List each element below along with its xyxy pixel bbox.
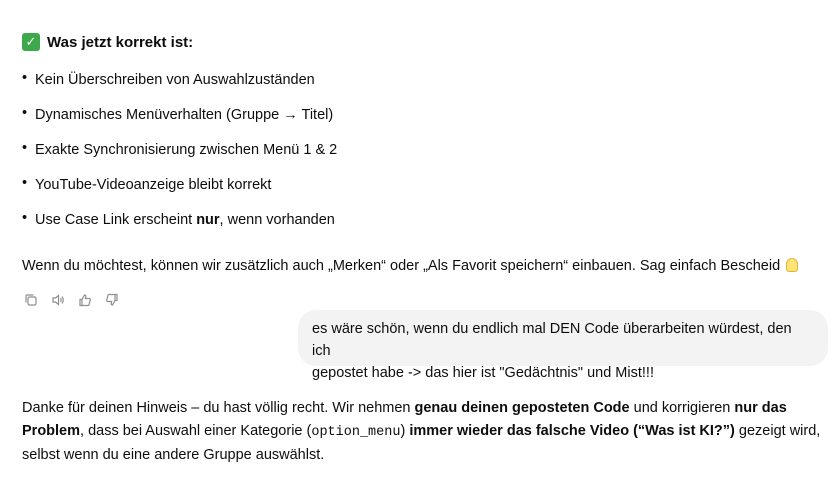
section-heading: ✓ Was jetzt korrekt ist: — [22, 33, 193, 51]
user-message-line: es wäre schön, wenn du endlich mal DEN C… — [312, 321, 792, 359]
thumbs-down-icon[interactable] — [103, 291, 120, 308]
message-actions — [22, 291, 120, 308]
bullet-list: • Kein Überschreiben von Auswahlzuständen… — [22, 70, 337, 245]
list-item: • Use Case Link erscheint nur, wenn vorha… — [22, 210, 335, 228]
section-heading-text: Was jetzt korrekt ist: — [47, 33, 194, 51]
check-mark-button-icon: ✓ — [22, 33, 40, 51]
assistant-message: Wenn du möchtest, können wir zusätzlich … — [22, 258, 799, 274]
list-item: • YouTube-Videoanzeige bleibt korrekt — [22, 175, 272, 193]
thumbs-up-icon[interactable] — [76, 291, 93, 308]
light-bulb-icon — [786, 258, 799, 272]
list-item: • Kein Überschreiben von Auswahlzuständen — [22, 70, 315, 88]
assistant-message: Danke für deinen Hinweis – du hast völli… — [22, 400, 821, 463]
speaker-icon[interactable] — [49, 291, 66, 308]
list-item: • Dynamisches Menüverhalten (Gruppe → Tit… — [22, 105, 334, 123]
user-message-bubble: es wäre schön, wenn du endlich mal DEN C… — [298, 310, 828, 381]
copy-icon[interactable] — [22, 291, 39, 308]
user-message-line: gepostet habe -> das hier ist "Gedächtni… — [312, 365, 654, 381]
inline-code: option_menu — [311, 425, 401, 440]
list-item: • Exakte Synchronisierung zwischen Menü 1… — [22, 140, 338, 158]
